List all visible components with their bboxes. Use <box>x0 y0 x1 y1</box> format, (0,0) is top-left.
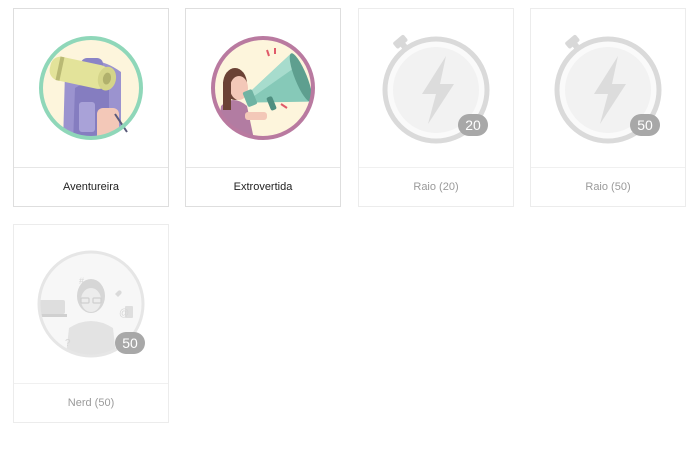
badge-label: Raio (20) <box>413 181 459 193</box>
lightning-stopwatch-icon: 20 <box>382 34 490 144</box>
badge-grid: Aventureira Extrovertida 20 Raio (20) 50… <box>0 0 700 449</box>
badge-art: 50 <box>531 9 685 167</box>
badge-count: 50 <box>637 117 653 133</box>
badge-art: @ ? # 50 <box>14 225 168 383</box>
badge-card-extrovertida[interactable]: Extrovertida <box>185 8 341 207</box>
badge-card-raio-50[interactable]: 50 Raio (50) <box>530 8 686 207</box>
badge-card-nerd-50[interactable]: @ ? # 50 Nerd (50) <box>13 224 169 423</box>
badge-art: 20 <box>359 9 513 167</box>
backpack-icon <box>39 36 143 140</box>
badge-count: 50 <box>122 335 138 351</box>
badge-label: Nerd (50) <box>67 397 115 409</box>
badge-card-aventureira[interactable]: Aventureira <box>13 8 169 207</box>
nerd-girl-icon: @ ? # 50 <box>37 250 145 358</box>
badge-card-raio-20[interactable]: 20 Raio (20) <box>358 8 514 207</box>
badge-art <box>14 9 168 167</box>
lightning-stopwatch-icon: 50 <box>554 34 662 144</box>
badge-label: Raio (50) <box>585 181 631 193</box>
badge-count: 20 <box>465 117 481 133</box>
svg-text:#: # <box>79 276 84 286</box>
svg-text:@: @ <box>119 308 129 319</box>
megaphone-icon <box>211 36 315 140</box>
badge-art <box>186 9 340 167</box>
badge-label: Extrovertida <box>233 181 293 193</box>
badge-label: Aventureira <box>62 181 120 193</box>
svg-text:?: ? <box>65 338 71 349</box>
